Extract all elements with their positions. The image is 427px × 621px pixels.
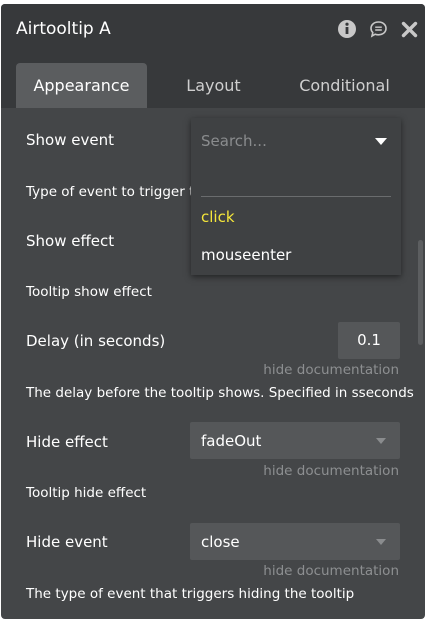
- tab-bar: Appearance Layout Conditional: [1, 53, 425, 108]
- show-effect-description: Tooltip show effect: [26, 284, 152, 300]
- chevron-down-icon: [376, 438, 386, 444]
- dropdown-divider: [201, 196, 391, 197]
- hide-effect-description: Tooltip hide effect: [26, 485, 147, 501]
- element-title: Airtooltip A: [16, 19, 111, 39]
- tab-conditional[interactable]: Conditional: [279, 63, 410, 108]
- chevron-down-icon: [376, 539, 386, 545]
- caret-down-icon[interactable]: [375, 138, 387, 145]
- delay-description: The delay before the tooltip shows. Spec…: [26, 385, 414, 401]
- show-event-description: Type of event to trigger to: [26, 184, 203, 200]
- dropdown-option-mouseenter[interactable]: mouseenter: [201, 245, 291, 265]
- delay-label: Delay (in seconds): [26, 332, 166, 350]
- tab-appearance[interactable]: Appearance: [16, 63, 147, 108]
- dropdown-option-click[interactable]: click: [201, 207, 235, 227]
- hide-effect-select[interactable]: fadeOut: [190, 422, 400, 459]
- title-bar: Airtooltip A: [1, 4, 425, 53]
- delay-hide-documentation-link[interactable]: hide documentation: [263, 361, 399, 379]
- show-effect-label: Show effect: [26, 232, 115, 250]
- dropdown-search-input[interactable]: [201, 131, 351, 151]
- hide-effect-hide-documentation-link[interactable]: hide documentation: [263, 462, 399, 480]
- hide-effect-label: Hide effect: [26, 433, 108, 451]
- hide-effect-value: fadeOut: [201, 432, 262, 450]
- hide-event-select[interactable]: close: [190, 523, 400, 560]
- close-icon[interactable]: [401, 21, 418, 42]
- hide-event-label: Hide event: [26, 533, 108, 551]
- hide-event-description: The type of event that triggers hiding t…: [26, 586, 355, 602]
- property-editor-panel: Airtooltip A Appearance Layout Condition…: [1, 4, 425, 619]
- scrollbar[interactable]: [418, 240, 423, 345]
- show-event-label: Show event: [26, 131, 114, 149]
- hide-event-value: close: [201, 533, 240, 551]
- info-icon[interactable]: [337, 19, 357, 43]
- tab-layout[interactable]: Layout: [148, 63, 279, 108]
- show-event-dropdown[interactable]: click mouseenter: [191, 118, 401, 275]
- delay-input[interactable]: 0.1: [338, 322, 400, 359]
- hide-event-hide-documentation-link[interactable]: hide documentation: [263, 562, 399, 580]
- comment-icon[interactable]: [369, 20, 388, 43]
